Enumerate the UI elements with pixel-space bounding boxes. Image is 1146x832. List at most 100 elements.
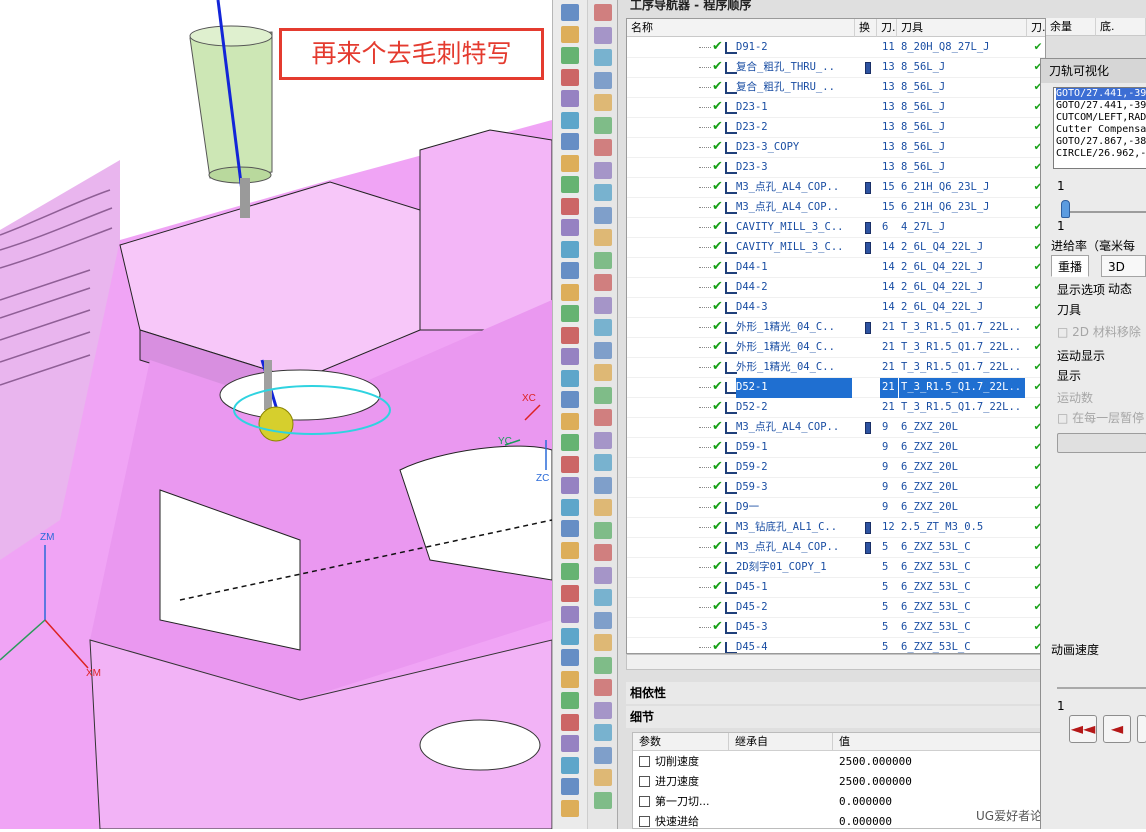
- code-line[interactable]: GOTO/27.441,-39: [1056, 88, 1146, 100]
- operation-row[interactable]: ✔ D45-4 5 6_ZXZ_53L_C ✔: [627, 638, 1045, 653]
- code-line[interactable]: GOTO/27.441,-39: [1056, 100, 1146, 112]
- operation-row[interactable]: ✔ D23-3_COPY 13 8_56L_J ✔: [627, 138, 1045, 158]
- pause-layer-checkbox[interactable]: □ 在每一层暂停: [1057, 409, 1144, 426]
- col-change[interactable]: 换: [855, 19, 877, 37]
- step-slider-track[interactable]: [1061, 211, 1146, 213]
- toolbar-icon[interactable]: [561, 735, 579, 752]
- operation-row[interactable]: ✔ D91-2 11 8_20H_Q8_27L_J ✔: [627, 38, 1045, 58]
- rewind-button[interactable]: ◄◄: [1069, 715, 1097, 743]
- toolbar-icon[interactable]: [594, 206, 612, 224]
- toolbar-icon[interactable]: [561, 369, 579, 387]
- operation-row[interactable]: ✔ M3_点孔_AL4_COP.. 15 6_21H_Q6_23L_J ✔: [627, 198, 1045, 218]
- toolbar-icon[interactable]: [594, 4, 612, 21]
- operation-row[interactable]: ✔ D59-1 9 6_ZXZ_20L ✔: [627, 438, 1045, 458]
- toolbar-icon[interactable]: [594, 656, 612, 674]
- operation-row[interactable]: ✔ M3_钻底孔_AL1_C.. 12 2.5_ZT_M3_0.5 ✔: [627, 518, 1045, 538]
- toolbar-icon[interactable]: [594, 49, 612, 66]
- toolbar-icon[interactable]: [594, 769, 612, 786]
- toolbar-icon[interactable]: [561, 541, 579, 559]
- toolbar-icon[interactable]: [594, 746, 612, 764]
- operation-row[interactable]: ✔ 外形_1精光_04_C.. 21 T_3_R1.5_Q1.7_22L.. ✔: [627, 318, 1045, 338]
- operation-row[interactable]: ✔ D59-3 9 6_ZXZ_20L ✔: [627, 478, 1045, 498]
- operation-row[interactable]: ✔ D52-1 21 T_3_R1.5_Q1.7_22L.. ✔: [627, 378, 1045, 398]
- col-status[interactable]: 刀.: [1027, 19, 1045, 37]
- dependency-section[interactable]: 相依性: [626, 682, 1046, 704]
- tab-replay[interactable]: 重播: [1051, 255, 1090, 277]
- toolbar-icon[interactable]: [594, 139, 612, 156]
- tab-3d-dynamic[interactable]: 3D 动态: [1101, 255, 1146, 296]
- toolbar-icon[interactable]: [594, 386, 612, 404]
- toolbar-icon[interactable]: [594, 116, 612, 134]
- toolbar-icon[interactable]: [561, 477, 579, 494]
- toolpath-listing[interactable]: GOTO/27.441,-39 GOTO/27.441,-39 CUTCOM/LEF…: [1053, 87, 1146, 169]
- toolbar-icon[interactable]: [561, 240, 579, 258]
- operation-row[interactable]: ✔ D52-2 21 T_3_R1.5_Q1.7_22L.. ✔: [627, 398, 1045, 418]
- toolbar-icon[interactable]: [594, 634, 612, 651]
- play-back-button[interactable]: [1137, 715, 1146, 743]
- toolbar-icon[interactable]: [561, 520, 579, 537]
- step-back-button[interactable]: ◄: [1103, 715, 1131, 743]
- operation-row[interactable]: ✔ D44-1 14 2_6L_Q4_22L_J ✔: [627, 258, 1045, 278]
- toolbar-icon[interactable]: [561, 627, 579, 645]
- toolbar-icon[interactable]: [594, 341, 612, 359]
- toolbar-icon[interactable]: [594, 94, 612, 111]
- code-line[interactable]: Cutter Compensa: [1056, 124, 1146, 136]
- toolbar-icon[interactable]: [561, 68, 579, 86]
- col-name[interactable]: 名称: [627, 19, 855, 37]
- graphics-viewport[interactable]: 再来个去毛刺特写 XC YC ZC ZM XM: [0, 0, 552, 829]
- toolbar-icon[interactable]: [561, 606, 579, 623]
- toolbar-icon[interactable]: [561, 305, 579, 322]
- toolbar-icon[interactable]: [561, 391, 579, 408]
- operation-row[interactable]: ✔ M3_点孔_AL4_COP.. 15 6_21H_Q6_23L_J ✔: [627, 178, 1045, 198]
- toolbar-icon[interactable]: [561, 154, 579, 172]
- toolbar-icon[interactable]: [561, 326, 579, 344]
- toolbar-icon[interactable]: [561, 713, 579, 731]
- toolbar-icon[interactable]: [594, 319, 612, 336]
- toolbar-icon[interactable]: [561, 563, 579, 580]
- toolbar-icon[interactable]: [594, 499, 612, 516]
- step-slider-thumb[interactable]: [1061, 200, 1070, 218]
- toolbar-icon[interactable]: [594, 364, 612, 381]
- toolbar-icon[interactable]: [561, 348, 579, 365]
- param-checkbox[interactable]: [639, 816, 650, 827]
- toolbar-icon[interactable]: [594, 274, 612, 291]
- operation-row[interactable]: ✔ D45-3 5 6_ZXZ_53L_C ✔: [627, 618, 1045, 638]
- toolbar-icon[interactable]: [561, 133, 579, 150]
- toolbar-icon[interactable]: [561, 176, 579, 193]
- toolbar-icon[interactable]: [561, 47, 579, 64]
- toolbar-icon[interactable]: [594, 229, 612, 246]
- operation-row[interactable]: ✔ D9一 9 6_ZXZ_20L ✔: [627, 498, 1045, 518]
- operation-row[interactable]: ✔ 外形_1精光_04_C.. 21 T_3_R1.5_Q1.7_22L.. ✔: [627, 338, 1045, 358]
- toolbar-icon[interactable]: [561, 670, 579, 688]
- operation-row[interactable]: ✔ CAVITY_MILL_3_C.. 14 2_6L_Q4_22L_J ✔: [627, 238, 1045, 258]
- toolbar-icon[interactable]: [561, 197, 579, 215]
- toolbar-icon[interactable]: [594, 521, 612, 539]
- toolbar-icon[interactable]: [594, 184, 612, 201]
- operation-row[interactable]: ✔ D23-1 13 8_56L_J ✔: [627, 98, 1045, 118]
- toolbar-icon[interactable]: [561, 756, 579, 774]
- toolbar-icon[interactable]: [561, 498, 579, 516]
- toolbar-icon[interactable]: [594, 454, 612, 471]
- operation-row[interactable]: ✔ M3_点孔_AL4_COP.. 5 6_ZXZ_53L_C ✔: [627, 538, 1045, 558]
- operation-row[interactable]: ✔ D44-2 14 2_6L_Q4_22L_J ✔: [627, 278, 1045, 298]
- toolbar-icon[interactable]: [594, 589, 612, 606]
- operation-row[interactable]: ✔ D45-2 5 6_ZXZ_53L_C ✔: [627, 598, 1045, 618]
- details-row[interactable]: 进刀速度 2500.000000: [633, 772, 1047, 792]
- toolbar-icon[interactable]: [561, 90, 579, 107]
- toolbar-icon[interactable]: [561, 455, 579, 473]
- toolbar-icon[interactable]: [561, 692, 579, 709]
- toolbar-icon[interactable]: [594, 431, 612, 449]
- toolbar-icon[interactable]: [561, 25, 579, 43]
- material-removal-checkbox[interactable]: □ 2D 材料移除: [1057, 323, 1141, 340]
- toolbar-icon[interactable]: [594, 701, 612, 719]
- details-section[interactable]: 细节: [626, 706, 1046, 728]
- col-tool-num[interactable]: 刀.: [877, 19, 897, 37]
- operation-row[interactable]: ✔ D23-2 13 8_56L_J ✔: [627, 118, 1045, 138]
- operation-row[interactable]: ✔ D23-3 13 8_56L_J ✔: [627, 158, 1045, 178]
- toolbar-icon[interactable]: [561, 283, 579, 301]
- operation-row[interactable]: ✔ D45-1 5 6_ZXZ_53L_C ✔: [627, 578, 1045, 598]
- toolbar-icon[interactable]: [594, 791, 612, 809]
- toolbar-icon[interactable]: [594, 566, 612, 584]
- param-checkbox[interactable]: [639, 776, 650, 787]
- operation-row[interactable]: ✔ D59-2 9 6_ZXZ_20L ✔: [627, 458, 1045, 478]
